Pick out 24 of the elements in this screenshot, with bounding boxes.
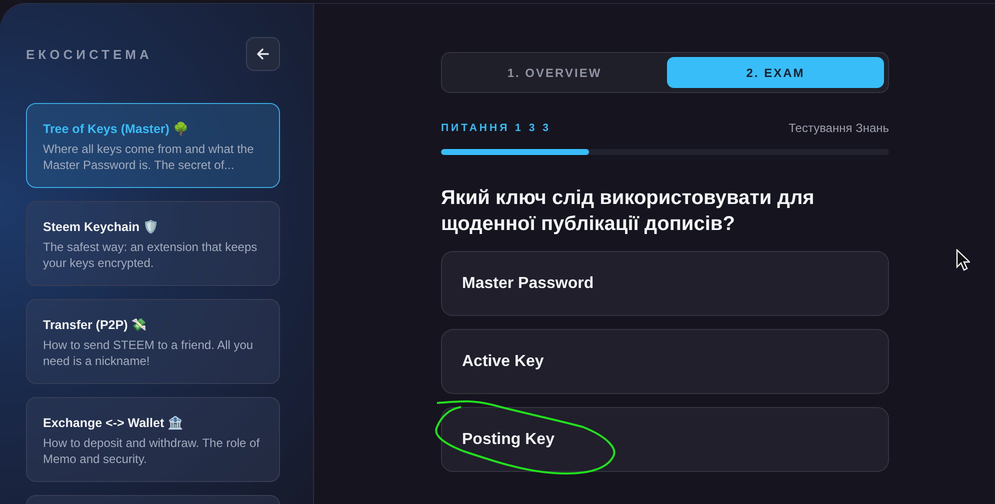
mouse-cursor-icon <box>956 249 970 271</box>
lesson-title: Exchange <-> Wallet 🏦 <box>43 415 185 430</box>
answer-option[interactable]: Active Key <box>441 329 889 394</box>
lesson-card[interactable]: Exchange <-> Wallet 🏦 How to deposit and withdraw. The role of Memo and security. <box>26 397 280 482</box>
lesson-title: Steem Keychain 🛡 <box>43 219 160 234</box>
back-button[interactable] <box>246 37 280 71</box>
back-arrow-icon <box>256 47 270 61</box>
lesson-description: How to send STEEM to a friend. All you need is a nickname! <box>43 337 254 369</box>
section-caption: Тестування Знань <box>788 121 889 135</box>
lesson-card[interactable]: Tree of Keys (Master) 🌳 Where all keys come from and what the Master Password is. The secret of... <box>26 103 280 188</box>
answer-option[interactable]: Master Password <box>441 251 889 316</box>
lesson-card[interactable]: Steem Keychain 🛡 The safest way: an extension that keeps your keys encrypted. <box>26 201 280 286</box>
answer-option[interactable]: Posting Key <box>441 407 889 472</box>
lesson-description: Where all keys come from and what the Master Password is. The secret of... <box>43 141 255 173</box>
question-text: Який ключ слід використовувати для щоденної публікації дописів? <box>441 186 816 237</box>
lesson-title: Tree of Keys (Master) 🌳 <box>43 121 190 136</box>
lesson-card[interactable]: Transfer (P2P) 💸 How to send STEEM to a friend. All you need is a nickname! <box>26 299 280 384</box>
lesson-description: The safest way: an extension that keeps your keys encrypted. <box>43 239 258 271</box>
lesson-description: How to deposit and withdraw. The role of Memo and security. <box>43 435 261 467</box>
question-counter: ПИТАННЯ 1 3 3 <box>441 122 551 134</box>
tab[interactable]: 1. OVERVIEW <box>446 57 663 88</box>
sidebar-title: ЕКОСИСТЕМА <box>26 46 152 62</box>
tab[interactable]: 2. EXAM <box>667 57 884 88</box>
lesson-title: Transfer (P2P) 💸 <box>43 317 148 332</box>
